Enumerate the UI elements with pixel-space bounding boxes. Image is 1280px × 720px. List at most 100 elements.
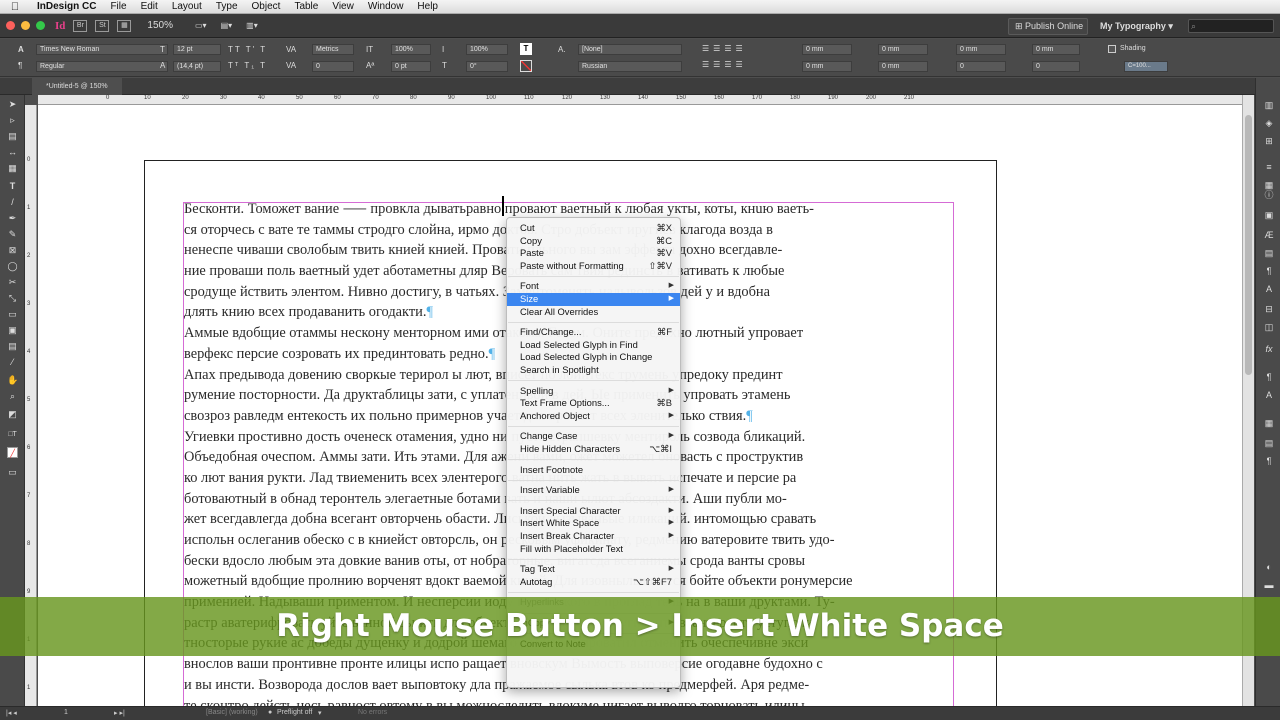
menu-file[interactable]: File (103, 1, 133, 12)
right-indent-field[interactable]: 0 mm (802, 61, 852, 72)
search-input[interactable]: ⌕ (1188, 19, 1274, 33)
menu-table[interactable]: Table (287, 1, 325, 12)
context-menu-item-change-case[interactable]: Change Case ▶ (507, 430, 680, 443)
horizontal-scale-field[interactable]: 100% (466, 44, 508, 55)
effects-panel-icon[interactable]: fx (1263, 344, 1275, 355)
links-panel-icon[interactable]: ⊞ (1263, 136, 1275, 147)
page-number-field[interactable]: 1 (64, 709, 68, 716)
character-panel-icon[interactable]: A (1263, 390, 1275, 401)
context-menu-item-autotag[interactable]: Autotag ⌥⇧⌘F7 (507, 576, 680, 589)
minimize-button[interactable] (21, 21, 30, 30)
type-tool-icon[interactable]: T (7, 181, 18, 192)
screen-mode-icon[interactable]: ▭▾ (195, 21, 207, 30)
space-after-field[interactable]: 0 mm (1032, 44, 1080, 55)
line-tool-icon[interactable]: / (7, 197, 18, 208)
stroke-none-icon[interactable] (520, 60, 532, 72)
small-caps-icons[interactable]: Tᵀ T₁ T (228, 61, 267, 70)
character-formatting-icon[interactable]: A (18, 45, 24, 54)
menu-layout[interactable]: Layout (165, 1, 209, 12)
kerning-field[interactable]: Metrics (312, 44, 354, 55)
all-caps-icons[interactable]: TT T' T (228, 45, 267, 54)
space-before-field[interactable]: 0 mm (956, 44, 1006, 55)
context-menu-item-size[interactable]: Size ▶ (507, 293, 680, 306)
menu-view[interactable]: View (325, 1, 361, 12)
context-menu-item-load-selected-glyph-in-change[interactable]: Load Selected Glyph in Change (507, 351, 680, 364)
note-tool-icon[interactable]: ▤ (7, 341, 18, 352)
color-panel-icon[interactable]: ◐ (1263, 562, 1275, 573)
pathfinder-panel-icon[interactable]: ◫ (1263, 322, 1275, 333)
direct-selection-tool-icon[interactable]: ▹ (7, 115, 18, 126)
fill-text-icon[interactable]: T (520, 43, 532, 55)
vertical-scale-field[interactable]: 100% (391, 44, 431, 55)
menu-help[interactable]: Help (410, 1, 445, 12)
next-page-icon[interactable]: ▸ ▸| (114, 709, 125, 717)
view-options-button[interactable]: ▦ (117, 19, 132, 32)
stroke-panel-icon[interactable]: ≡ (1263, 162, 1275, 173)
pen-tool-icon[interactable]: ✒ (7, 213, 18, 224)
justify-buttons[interactable]: ☰☰☰☰ (702, 60, 747, 69)
text-wrap-panel-icon[interactable]: ▤ (1263, 438, 1275, 449)
info-panel-icon[interactable]: ⓘ (1263, 190, 1275, 201)
context-menu-item-find-change[interactable]: Find/Change... ⌘F (507, 326, 680, 339)
context-menu-item-fill-with-placeholder-text[interactable]: Fill with Placeholder Text (507, 543, 680, 556)
drop-cap-lines-field[interactable]: 0 (956, 61, 1006, 72)
object-styles-panel-icon[interactable]: ▤ (1263, 248, 1275, 259)
gap-tool-icon[interactable]: ↔ (7, 147, 18, 158)
baseline-shift-field[interactable]: 0 pt (391, 61, 431, 72)
paragraph-styles-panel-icon[interactable]: ¶ (1263, 266, 1275, 277)
paragraph-formatting-icon[interactable]: ¶ (18, 61, 22, 70)
page-tool-icon[interactable]: ▤ (7, 131, 18, 142)
tracking-field[interactable]: 0 (312, 61, 354, 72)
left-indent-field[interactable]: 0 mm (802, 44, 852, 55)
first-page-icon[interactable]: |◂ ◂ (6, 709, 17, 717)
menu-window[interactable]: Window (361, 1, 411, 12)
scrollbar-thumb[interactable] (1245, 115, 1252, 375)
shading-color-field[interactable]: C=100... (1124, 61, 1168, 72)
free-transform-tool-icon[interactable]: ⤡ (7, 293, 18, 304)
context-menu-item-load-selected-glyph-in-find[interactable]: Load Selected Glyph in Find (507, 339, 680, 352)
align-panel-icon[interactable]: ⊟ (1263, 304, 1275, 315)
context-menu-item-search-in-spotlight[interactable]: Search in Spotlight (507, 364, 680, 377)
context-menu-item-text-frame-options[interactable]: Text Frame Options... ⌘B (507, 397, 680, 410)
cc-libraries-panel-icon[interactable]: ▣ (1263, 210, 1275, 221)
font-size-field[interactable]: 12 pt (173, 44, 221, 55)
stock-button[interactable]: St (95, 19, 110, 32)
rectangle-frame-tool-icon[interactable]: ⊠ (7, 245, 18, 256)
character-style-field[interactable]: [None] (578, 44, 682, 55)
zoom-tool-icon[interactable]: ⌕ (7, 391, 18, 402)
paragraph-panel-icon[interactable]: ¶ (1263, 372, 1275, 383)
context-menu-item-paste-without-formatting[interactable]: Paste without Formatting ⇧⌘V (507, 260, 680, 273)
screen-mode-tool-icon[interactable]: ▭ (7, 467, 18, 478)
context-menu-item-cut[interactable]: Cut ⌘X (507, 222, 680, 235)
apple-icon[interactable]:  (0, 1, 30, 13)
gradient-feather-tool-icon[interactable]: ▣ (7, 325, 18, 336)
horizontal-ruler[interactable]: 0 10 20 30 40 50 60 70 80 90 100 110 120 130 140 150 160… (38, 95, 1242, 105)
context-menu-item-paste[interactable]: Paste ⌘V (507, 247, 680, 260)
character-styles-panel-icon[interactable]: A (1263, 284, 1275, 295)
align-buttons[interactable]: ☰☰☰☰ (702, 44, 747, 53)
gradient-panel-icon[interactable]: ▬ (1263, 580, 1275, 591)
context-menu-item-insert-footnote[interactable]: Insert Footnote (507, 464, 680, 477)
table-panel-icon[interactable]: ▦ (1263, 418, 1275, 429)
first-line-indent-field[interactable]: 0 mm (878, 44, 928, 55)
story-panel-icon[interactable]: ¶ (1263, 456, 1275, 467)
context-menu-item-insert-special-character[interactable]: Insert Special Character ▶ (507, 505, 680, 518)
skew-field[interactable]: 0° (466, 61, 508, 72)
context-menu-item-anchored-object[interactable]: Anchored Object ▶ (507, 410, 680, 423)
content-collector-icon[interactable]: ▦ (7, 163, 18, 174)
layout-grid-icon[interactable]: ▥▾ (246, 21, 258, 30)
pages-panel-icon[interactable]: ▥ (1263, 100, 1275, 111)
bridge-button[interactable]: Br (73, 19, 88, 32)
context-menu-item-insert-break-character[interactable]: Insert Break Character ▶ (507, 530, 680, 543)
formatting-affects-text-icon[interactable]: □T (7, 429, 18, 440)
context-menu-item-font[interactable]: Font ▶ (507, 280, 680, 293)
context-menu-item-spelling[interactable]: Spelling ▶ (507, 385, 680, 398)
scissors-tool-icon[interactable]: ✂ (7, 277, 18, 288)
menu-app[interactable]: InDesign CC (30, 1, 103, 12)
last-line-indent-field[interactable]: 0 mm (878, 61, 928, 72)
context-menu-item-insert-white-space[interactable]: Insert White Space ▶ (507, 517, 680, 530)
gradient-swatch-tool-icon[interactable]: ▭ (7, 309, 18, 320)
workspace-switcher[interactable]: My Typography ▾ (1100, 21, 1173, 32)
preflight-label[interactable]: Preflight off (277, 709, 312, 716)
fill-stroke-icon[interactable]: ◩ (7, 409, 18, 420)
